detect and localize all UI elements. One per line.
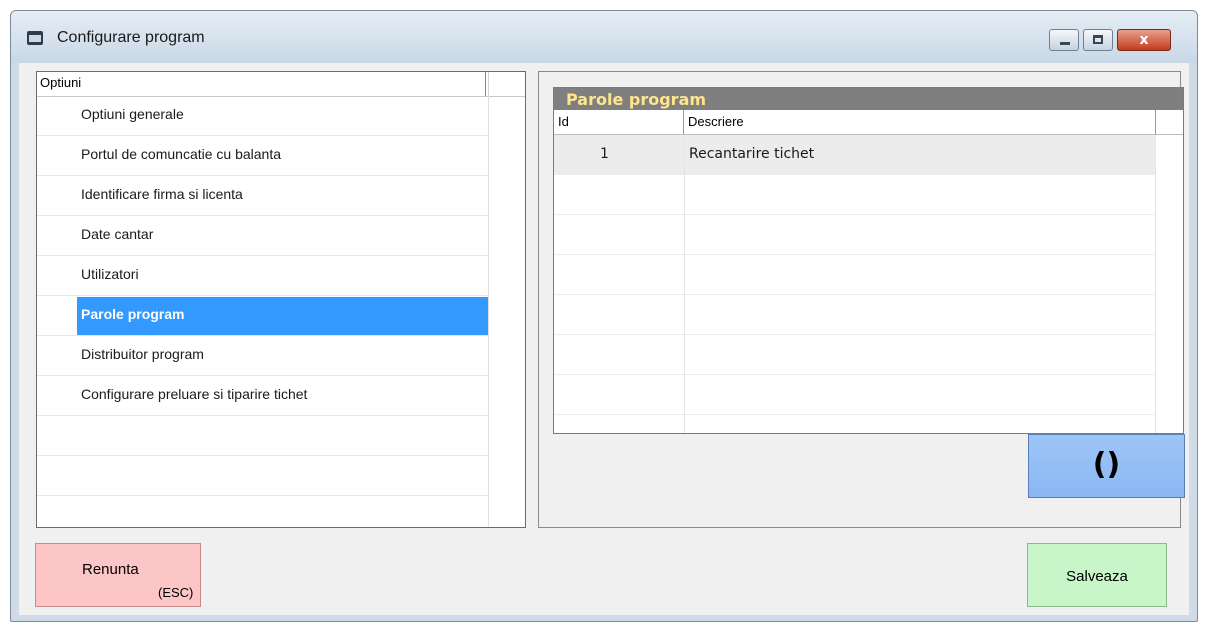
grid-title-bar: Parole program xyxy=(554,88,1183,110)
column-header-label: Descriere xyxy=(688,114,744,129)
option-label: Identificare firma si licenta xyxy=(81,186,243,202)
table-row[interactable]: 1 Recantarire tichet xyxy=(554,135,1155,175)
table-row-empty xyxy=(554,175,1155,215)
save-button[interactable]: Salveaza xyxy=(1027,543,1167,607)
close-icon: x xyxy=(1139,32,1149,48)
maximize-button[interactable] xyxy=(1083,29,1113,51)
options-column-label: Optiuni xyxy=(40,75,82,90)
grid-header: Id Descriere xyxy=(554,110,1183,135)
cell-id-value: 1 xyxy=(600,146,609,162)
cell-id: 1 xyxy=(554,135,684,175)
grid-title: Parole program xyxy=(566,90,707,109)
option-label: Parole program xyxy=(81,306,185,322)
cancel-button-label: Renunta xyxy=(82,561,139,578)
empty-row xyxy=(37,416,488,456)
cancel-shortcut-hint: (ESC) xyxy=(158,585,194,600)
option-utilizatori[interactable]: Utilizatori xyxy=(37,256,488,296)
options-column-header[interactable]: Optiuni xyxy=(37,72,486,96)
table-row-empty xyxy=(554,295,1155,335)
option-label: Portul de comuncatie cu balanta xyxy=(81,146,282,162)
table-row-empty xyxy=(554,215,1155,255)
option-label: Distribuitor program xyxy=(81,346,204,362)
minimize-button[interactable] xyxy=(1049,29,1079,51)
calendar-app-icon xyxy=(27,31,43,45)
option-parole-program[interactable]: Parole program xyxy=(37,296,488,336)
edit-password-button[interactable]: () xyxy=(1028,434,1185,498)
cell-descriere: Recantarire tichet xyxy=(684,135,1154,175)
maximize-icon xyxy=(1093,35,1103,44)
client-area: Optiuni Optiuni generale Portul de comun… xyxy=(19,63,1189,615)
minimize-icon xyxy=(1060,42,1070,45)
cancel-button[interactable]: Renunta (ESC) xyxy=(35,543,201,607)
content-panel: Parole program Id Descriere 1 Recantarir… xyxy=(538,71,1185,528)
passwords-grid: Parole program Id Descriere 1 Recantarir… xyxy=(553,87,1184,434)
options-list: Optiuni Optiuni generale Portul de comun… xyxy=(36,71,526,528)
config-window: Configurare program x Optiuni Optiuni ge… xyxy=(10,10,1198,622)
option-label: Optiuni generale xyxy=(81,106,184,122)
option-label: Utilizatori xyxy=(81,266,139,282)
grid-column-line xyxy=(684,135,685,433)
option-label: Date cantar xyxy=(81,226,154,242)
table-row-empty xyxy=(554,375,1155,415)
options-list-header: Optiuni xyxy=(37,72,525,97)
save-button-label: Salveaza xyxy=(1066,568,1128,585)
option-port-comunicatie[interactable]: Portul de comuncatie cu balanta xyxy=(37,136,488,176)
option-optiuni-generale[interactable]: Optiuni generale xyxy=(37,96,488,136)
column-header-id[interactable]: Id xyxy=(554,110,684,134)
option-identificare-firma[interactable]: Identificare firma si licenta xyxy=(37,176,488,216)
option-date-cantar[interactable]: Date cantar xyxy=(37,216,488,256)
table-row-empty xyxy=(554,335,1155,375)
column-header-descriere[interactable]: Descriere xyxy=(684,110,1156,134)
table-row-empty xyxy=(554,255,1155,295)
header-separator xyxy=(488,72,489,96)
close-button[interactable]: x xyxy=(1117,29,1171,51)
column-header-label: Id xyxy=(558,114,569,129)
empty-row xyxy=(37,456,488,496)
option-distribuitor-program[interactable]: Distribuitor program xyxy=(37,336,488,376)
option-label: Configurare preluare si tiparire tichet xyxy=(81,386,308,402)
column-divider xyxy=(488,96,489,527)
cell-descriere-value: Recantarire tichet xyxy=(689,146,815,162)
edit-password-button-label: () xyxy=(1092,447,1121,482)
option-configurare-tichet[interactable]: Configurare preluare si tiparire tichet xyxy=(37,376,488,416)
window-title: Configurare program xyxy=(57,29,205,46)
grid-column-line xyxy=(1155,135,1156,433)
title-bar: Configurare program x xyxy=(11,11,1197,63)
